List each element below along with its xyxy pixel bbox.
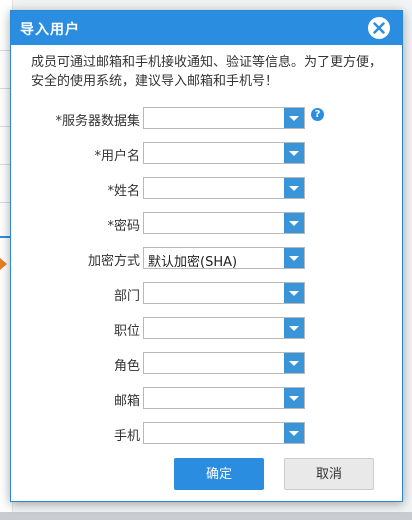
name-select[interactable] [143,177,305,199]
field-row-email: 邮箱 [11,387,402,409]
dialog-titlebar: 导入用户 [11,11,402,45]
field-row-phone: 手机 [11,422,402,444]
chevron-down-icon[interactable] [284,213,304,233]
encryption-select[interactable]: 默认加密(SHA) [143,247,305,270]
position-select[interactable] [143,317,305,339]
notice-text: 成员可通过邮箱和手机接收通知、验证等信息。为了更方便，安全的使用系统，建议导入邮… [31,55,383,89]
field-label-name: *姓名 [107,184,140,199]
import-user-dialog: 导入用户 成员可通过邮箱和手机接收通知、验证等信息。为了更方便，安全的使用系统，… [10,10,403,502]
chevron-down-icon[interactable] [284,318,304,338]
field-row-name: *姓名 [11,177,402,199]
cancel-button[interactable]: 取消 [284,458,374,490]
chevron-down-icon[interactable] [284,283,304,303]
dialog-title: 导入用户 [20,22,80,38]
field-label-dataset: *服务器数据集 [55,114,140,129]
close-icon [373,22,385,34]
field-label-position: 职位 [113,324,140,339]
help-icon[interactable]: ? [311,108,324,121]
close-button[interactable] [368,17,390,39]
chevron-down-icon[interactable] [284,178,304,198]
role-select[interactable] [143,352,305,374]
field-label-password: *密码 [107,219,140,234]
field-label-encryption: 加密方式 [87,254,140,269]
background-footer [0,512,412,520]
chevron-down-icon[interactable] [284,108,304,128]
field-row-password: *密码 [11,212,402,234]
chevron-down-icon[interactable] [284,423,304,443]
field-label-department: 部门 [113,289,140,304]
chevron-down-icon[interactable] [284,353,304,373]
field-row-encryption: 加密方式 默认加密(SHA) [11,247,402,270]
field-row-role: 角色 [11,352,402,374]
chevron-down-icon[interactable] [284,388,304,408]
encryption-select-value: 默认加密(SHA) [148,255,238,270]
password-select[interactable] [143,212,305,234]
username-select[interactable] [143,142,305,164]
field-label-phone: 手机 [113,429,140,444]
chevron-down-icon[interactable] [284,143,304,163]
field-label-username: *用户名 [94,149,140,164]
field-label-role: 角色 [113,359,140,374]
confirm-button[interactable]: 确定 [174,458,264,490]
email-select[interactable] [143,387,305,409]
field-row-department: 部门 [11,282,402,304]
field-row-username: *用户名 [11,142,402,164]
field-row-position: 职位 [11,317,402,339]
background-arrow-icon [0,258,7,270]
field-row-dataset: *服务器数据集 ? [11,107,402,129]
department-select[interactable] [143,282,305,304]
dataset-select[interactable] [143,107,305,129]
phone-select[interactable] [143,422,305,444]
chevron-down-icon[interactable] [284,248,304,268]
field-label-email: 邮箱 [113,394,140,409]
